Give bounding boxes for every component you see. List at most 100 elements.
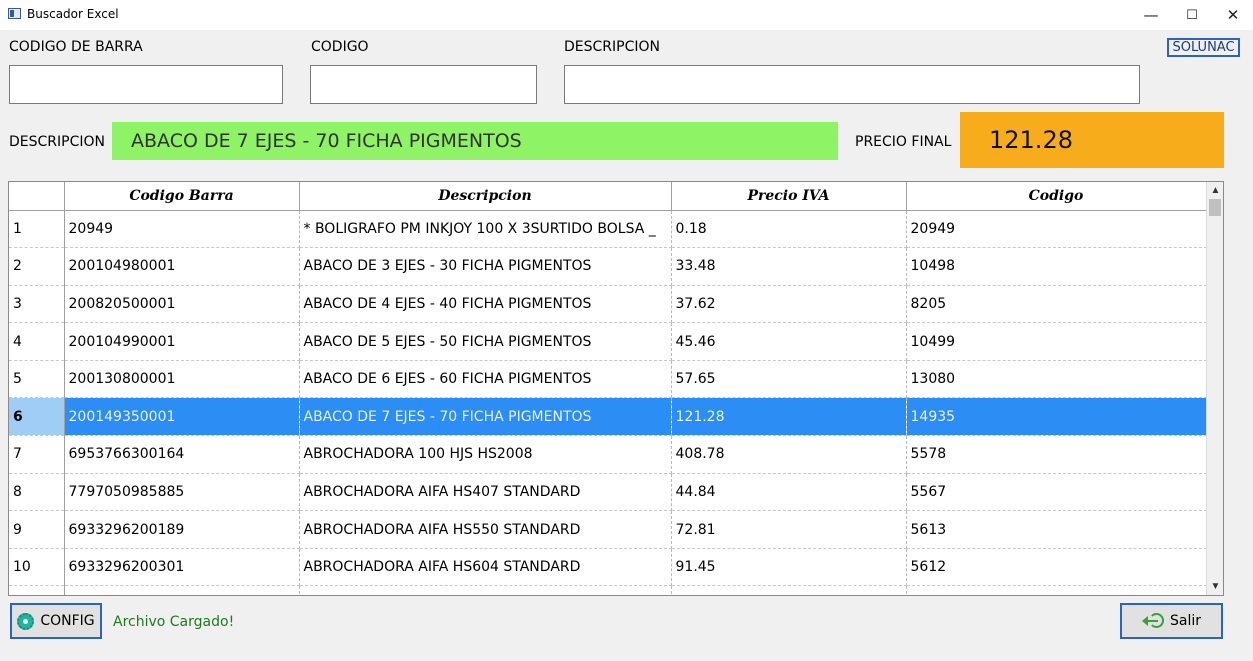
table-row[interactable]: 6 200149350001 ABACO DE 7 EJES - 70 FICHA …	[9, 397, 1206, 437]
app-icon	[8, 8, 21, 19]
row-number[interactable]: 2	[9, 247, 65, 286]
precio-iva-cell[interactable]	[671, 585, 907, 595]
codigo-cell[interactable]: 20949	[906, 210, 1206, 249]
codigo-cell[interactable]: 5567	[906, 473, 1206, 512]
exit-button-label: Salir	[1169, 613, 1201, 629]
table-row[interactable]: 2 200104980001 ABACO DE 3 EJES - 30 FICHA …	[9, 247, 1206, 286]
row-number[interactable]: 1	[9, 210, 65, 249]
row-number[interactable]: 4	[9, 322, 65, 361]
scroll-up-icon[interactable]: ▲	[1207, 182, 1223, 199]
codigo-barra-cell[interactable]: 200104990001	[64, 322, 300, 361]
codigo-barra-cell[interactable]: 6933296200301	[64, 548, 300, 587]
table-row[interactable]: 10 6933296200301 ABROCHADORA AIFA HS604 ST…	[9, 548, 1206, 587]
table-row[interactable]: 4 200104990001 ABACO DE 5 EJES - 50 FICHA …	[9, 322, 1206, 361]
table-row[interactable]	[9, 585, 1206, 595]
precio-iva-cell[interactable]: 45.46	[671, 322, 907, 361]
table-row[interactable]: 8 7797050985885 ABROCHADORA AIFA HS407 STA…	[9, 473, 1206, 512]
barcode-input[interactable]	[9, 65, 283, 104]
table-row[interactable]: 7 6953766300164 ABROCHADORA 100 HJS HS2008…	[9, 435, 1206, 474]
code-input[interactable]	[310, 65, 537, 104]
column-header-descripcion[interactable]: Descripcion	[299, 182, 672, 211]
descripcion-cell[interactable]: ABROCHADORA AIFA HS550 STANDARD	[299, 510, 672, 549]
codigo-cell[interactable]: 8205	[906, 285, 1206, 324]
descripcion-cell[interactable]: ABROCHADORA AIFA HS407 STANDARD	[299, 473, 672, 512]
precio-iva-cell[interactable]: 37.62	[671, 285, 907, 324]
precio-iva-cell[interactable]: 72.81	[671, 510, 907, 549]
codigo-cell[interactable]: 5613	[906, 510, 1206, 549]
title-bar: Buscador Excel — ☐ ✕	[0, 0, 1253, 30]
result-description-label: DESCRIPCION	[9, 134, 105, 150]
codigo-barra-cell[interactable]: 200820500001	[64, 285, 300, 324]
maximize-button[interactable]: ☐	[1172, 0, 1212, 30]
results-grid[interactable]: Codigo Barra Descripcion Precio IVA Codi…	[8, 181, 1224, 596]
window-title: Buscador Excel	[27, 7, 119, 21]
descripcion-cell[interactable]: ABACO DE 4 EJES - 40 FICHA PIGMENTOS	[299, 285, 672, 324]
config-button[interactable]: CONFIG	[10, 603, 102, 639]
codigo-barra-cell[interactable]: 7797050985885	[64, 473, 300, 512]
codigo-cell[interactable]: 10499	[906, 322, 1206, 361]
descripcion-cell[interactable]: ABACO DE 3 EJES - 30 FICHA PIGMENTOS	[299, 247, 672, 286]
row-number[interactable]: 10	[9, 548, 65, 587]
precio-iva-cell[interactable]: 0.18	[671, 210, 907, 249]
scroll-thumb[interactable]	[1209, 199, 1221, 216]
codigo-cell[interactable]	[906, 585, 1206, 595]
codigo-cell[interactable]: 14935	[906, 397, 1206, 437]
row-number[interactable]: 3	[9, 285, 65, 324]
codigo-cell[interactable]: 5578	[906, 435, 1206, 474]
descripcion-cell[interactable]: ABROCHADORA AIFA HS604 STANDARD	[299, 548, 672, 587]
table-row[interactable]: 1 20949 * BOLIGRAFO PM INKJOY 100 X 3SURTI…	[9, 210, 1206, 249]
row-number[interactable]: 7	[9, 435, 65, 474]
scroll-down-icon[interactable]: ▼	[1207, 578, 1223, 595]
column-header-precio-iva[interactable]: Precio IVA	[671, 182, 907, 211]
close-button[interactable]: ✕	[1213, 0, 1253, 30]
row-number[interactable]: 6	[9, 397, 65, 437]
row-number[interactable]: 5	[9, 360, 65, 399]
precio-iva-cell[interactable]: 408.78	[671, 435, 907, 474]
row-number[interactable]: 8	[9, 473, 65, 512]
results-table: Codigo Barra Descripcion Precio IVA Codi…	[9, 182, 1206, 595]
codigo-cell[interactable]: 10498	[906, 247, 1206, 286]
final-price-label: PRECIO FINAL	[855, 134, 952, 150]
row-number[interactable]: 9	[9, 510, 65, 549]
descripcion-cell[interactable]: ABROCHADORA 100 HJS HS2008	[299, 435, 672, 474]
column-header-codigo-barra[interactable]: Codigo Barra	[64, 182, 300, 211]
result-description: ABACO DE 7 EJES - 70 FICHA PIGMENTOS	[112, 122, 838, 160]
descripcion-cell[interactable]	[299, 585, 672, 595]
descripcion-cell[interactable]: ABACO DE 5 EJES - 50 FICHA PIGMENTOS	[299, 322, 672, 361]
code-label: CODIGO	[311, 39, 369, 55]
codigo-cell[interactable]: 13080	[906, 360, 1206, 399]
precio-iva-cell[interactable]: 57.65	[671, 360, 907, 399]
exit-arrow-icon	[1141, 612, 1166, 630]
codigo-barra-cell[interactable]: 6953766300164	[64, 435, 300, 474]
codigo-cell[interactable]: 5612	[906, 548, 1206, 587]
table-row[interactable]: 9 6933296200189 ABROCHADORA AIFA HS550 STA…	[9, 510, 1206, 549]
exit-button[interactable]: Salir	[1120, 603, 1223, 639]
precio-iva-cell[interactable]: 121.28	[671, 397, 907, 437]
codigo-barra-cell[interactable]: 20949	[64, 210, 300, 249]
barcode-label: CODIGO DE BARRA	[9, 39, 143, 55]
codigo-barra-cell[interactable]: 200149350001	[64, 397, 300, 437]
descripcion-cell[interactable]: * BOLIGRAFO PM INKJOY 100 X 3SURTIDO BOL…	[299, 210, 672, 249]
precio-iva-cell[interactable]: 44.84	[671, 473, 907, 512]
column-header-codigo[interactable]: Codigo	[906, 182, 1206, 211]
precio-iva-cell[interactable]: 33.48	[671, 247, 907, 286]
descripcion-cell[interactable]: ABACO DE 6 EJES - 60 FICHA PIGMENTOS	[299, 360, 672, 399]
descripcion-cell[interactable]: ABACO DE 7 EJES - 70 FICHA PIGMENTOS	[299, 397, 672, 437]
precio-iva-cell[interactable]: 91.45	[671, 548, 907, 587]
codigo-barra-cell[interactable]: 200130800001	[64, 360, 300, 399]
codigo-barra-cell[interactable]: 200104980001	[64, 247, 300, 286]
table-header-row: Codigo Barra Descripcion Precio IVA Codi…	[9, 182, 1206, 211]
codigo-barra-cell[interactable]: 6933296200189	[64, 510, 300, 549]
description-input[interactable]	[564, 65, 1140, 104]
description-search-label: DESCRIPCION	[564, 39, 660, 55]
minimize-button[interactable]: —	[1131, 0, 1171, 30]
status-text: Archivo Cargado!	[113, 614, 235, 630]
table-row[interactable]: 5 200130800001 ABACO DE 6 EJES - 60 FICHA …	[9, 360, 1206, 399]
config-button-label: CONFIG	[40, 613, 95, 629]
row-number[interactable]	[9, 585, 65, 595]
final-price: 121.28	[960, 112, 1224, 168]
table-row[interactable]: 3 200820500001 ABACO DE 4 EJES - 40 FICHA …	[9, 285, 1206, 324]
codigo-barra-cell[interactable]	[64, 585, 300, 595]
vertical-scrollbar[interactable]: ▲ ▼	[1206, 182, 1223, 595]
column-header-rownum[interactable]	[9, 182, 65, 211]
